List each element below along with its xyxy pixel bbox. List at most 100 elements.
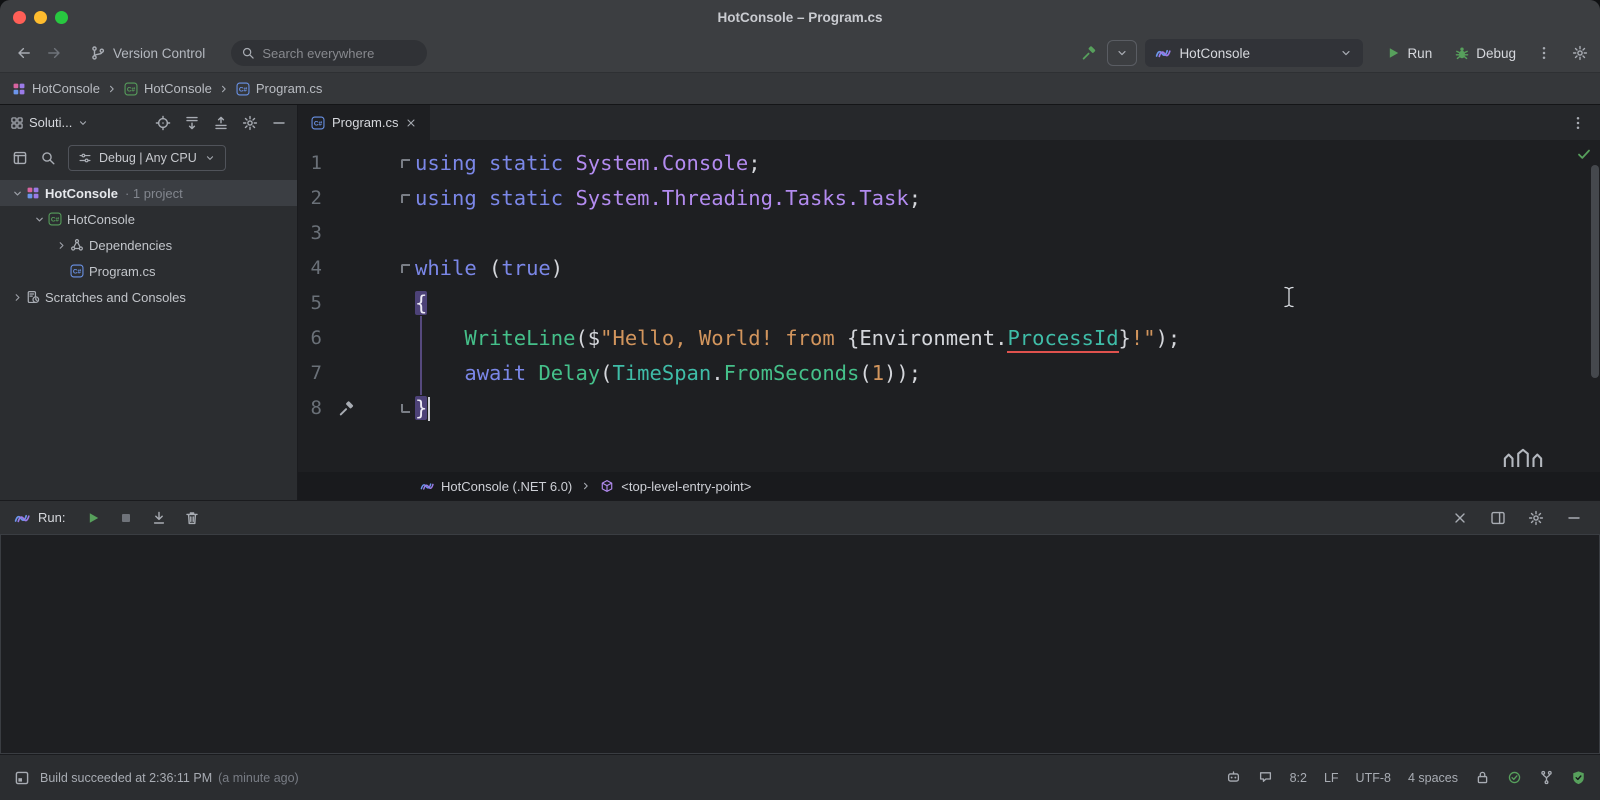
line-separator[interactable]: LF [1324, 771, 1339, 785]
inspections-status-icon[interactable] [1507, 770, 1522, 785]
panel-options-button[interactable] [242, 115, 258, 131]
caret-position[interactable]: 8:2 [1290, 771, 1307, 785]
vcs-widget[interactable]: Version Control [90, 45, 205, 61]
close-window-button[interactable] [13, 11, 26, 24]
chevron-down-icon[interactable] [30, 213, 48, 226]
editor-gutter: 7 [298, 356, 415, 391]
tab-options-button[interactable] [1570, 115, 1586, 131]
code-token: System.Console [575, 151, 748, 175]
ai-assistant-icon[interactable] [1226, 770, 1241, 785]
tree-item-program-cs[interactable]: C# Program.cs [0, 258, 297, 284]
run-config-select[interactable]: HotConsole [1145, 39, 1363, 67]
code-token: } [415, 396, 427, 420]
config-list-button[interactable] [1107, 40, 1137, 66]
ide-settings-button[interactable] [1572, 45, 1588, 61]
csfile-icon: C# [70, 264, 84, 278]
build-status-text: Build succeeded at 2:36:11 PM [40, 771, 212, 785]
solution-board-icon[interactable] [12, 150, 28, 166]
zoom-window-button[interactable] [55, 11, 68, 24]
code-line[interactable]: 4while (true) [298, 251, 1600, 286]
code-line[interactable]: 7 await Delay(TimeSpan.FromSeconds(1)); [298, 356, 1600, 391]
back-button[interactable] [16, 45, 32, 61]
code-token: Environment [859, 326, 995, 350]
code-token: . [995, 326, 1007, 350]
editor-scrollbar[interactable] [1591, 165, 1599, 378]
svg-text:C#: C# [239, 86, 248, 93]
editor-breadcrumb-top-level-entry-point[interactable]: <top-level-entry-point> [600, 479, 751, 494]
breadcrumb-separator-icon [580, 480, 592, 492]
close-tab-icon[interactable] [405, 117, 417, 129]
window-title: HotConsole – Program.cs [0, 10, 1600, 25]
fold-marker-icon[interactable] [401, 264, 410, 273]
code-token: WriteLine [464, 326, 575, 350]
code-editor[interactable]: 1using static System.Console;2using stat… [298, 140, 1600, 472]
code-line[interactable]: 2using static System.Threading.Tasks.Tas… [298, 181, 1600, 216]
indent-style[interactable]: 4 spaces [1408, 771, 1458, 785]
code-line[interactable]: 6 WriteLine($"Hello, World! from {Enviro… [298, 321, 1600, 356]
chevron-right-icon[interactable] [52, 239, 70, 252]
editor-gutter: 1 [298, 146, 415, 181]
notifications-icon[interactable] [1258, 770, 1273, 785]
forward-button[interactable] [46, 45, 62, 61]
tree-search-button[interactable] [40, 150, 56, 166]
editor-gutter: 5 [298, 286, 415, 321]
code-line[interactable]: 1using static System.Console; [298, 146, 1600, 181]
breadcrumb-item-hotconsole[interactable]: C#HotConsole [124, 81, 212, 96]
fold-marker-icon[interactable] [401, 194, 410, 203]
editor-gutter: 8 [298, 391, 415, 426]
chevron-down-icon[interactable] [8, 187, 26, 200]
code-line[interactable]: 8} [298, 391, 1600, 426]
minimize-panel-button[interactable] [1566, 510, 1582, 526]
clear-console-button[interactable] [184, 510, 200, 526]
tree-item-dependencies[interactable]: Dependencies [0, 232, 297, 258]
expand-all-button[interactable] [184, 115, 200, 131]
fold-marker-icon[interactable] [401, 404, 410, 413]
rerun-button[interactable] [85, 510, 101, 526]
solution-view-selector[interactable]: Soluti... [29, 115, 72, 130]
build-status-message[interactable]: Build succeeded at 2:36:11 PM(a minute a… [40, 771, 299, 785]
breadcrumb-item-program-cs[interactable]: C#Program.cs [236, 81, 322, 96]
line-number: 4 [298, 251, 322, 286]
tool-windows-icon[interactable] [14, 770, 30, 786]
close-panel-button[interactable] [1452, 510, 1468, 526]
hammer-icon[interactable] [334, 400, 358, 417]
chevron-down-icon [1339, 46, 1353, 60]
minimize-window-button[interactable] [34, 11, 47, 24]
layout-settings-button[interactable] [1490, 510, 1506, 526]
run-options-button[interactable] [1528, 510, 1544, 526]
tree-item-scratches-and-consoles[interactable]: Scratches and Consoles [0, 284, 297, 310]
hide-panel-button[interactable] [271, 115, 287, 131]
run-console-output[interactable] [0, 534, 1600, 754]
more-actions-button[interactable] [1536, 45, 1552, 61]
code-line[interactable]: 5{ [298, 286, 1600, 321]
tree-item-hotconsole[interactable]: C#HotConsole [0, 206, 297, 232]
build-config-select[interactable]: Debug | Any CPU [68, 145, 226, 171]
run-button[interactable]: Run [1385, 45, 1432, 61]
chevron-down-icon[interactable] [77, 117, 89, 129]
trust-shield-icon[interactable] [1571, 770, 1586, 785]
chevron-right-icon[interactable] [8, 291, 26, 304]
code-token: Delay [538, 361, 600, 385]
editor-breadcrumb-hotconsole-net-6-0[interactable]: HotConsole (.NET 6.0) [420, 479, 572, 494]
fork-icon[interactable] [1539, 770, 1554, 785]
editor-tab-bar: C# Program.cs [298, 105, 1600, 140]
tree-item-hotconsole[interactable]: HotConsole· 1 project [0, 180, 297, 206]
tab-program-cs[interactable]: C# Program.cs [298, 105, 430, 140]
build-solution-button[interactable] [1081, 45, 1097, 61]
scroll-to-end-button[interactable] [151, 510, 167, 526]
stop-button[interactable] [118, 510, 134, 526]
locate-file-button[interactable] [155, 115, 171, 131]
collapse-all-button[interactable] [213, 115, 229, 131]
fold-marker-icon[interactable] [401, 159, 410, 168]
dotnet-icon [14, 510, 30, 526]
code-line[interactable]: 3 [298, 216, 1600, 251]
readonly-lock-icon[interactable] [1475, 770, 1490, 785]
inspections-ok-icon[interactable] [1576, 146, 1592, 162]
search-everywhere[interactable]: Search everywhere [231, 40, 427, 66]
tree-item-label: Program.cs [89, 264, 155, 279]
line-number: 6 [298, 321, 322, 356]
editor-widget-icon[interactable] [1502, 447, 1544, 468]
file-encoding[interactable]: UTF-8 [1356, 771, 1391, 785]
debug-button[interactable]: Debug [1454, 45, 1516, 61]
breadcrumb-item-hotconsole[interactable]: HotConsole [12, 81, 100, 96]
